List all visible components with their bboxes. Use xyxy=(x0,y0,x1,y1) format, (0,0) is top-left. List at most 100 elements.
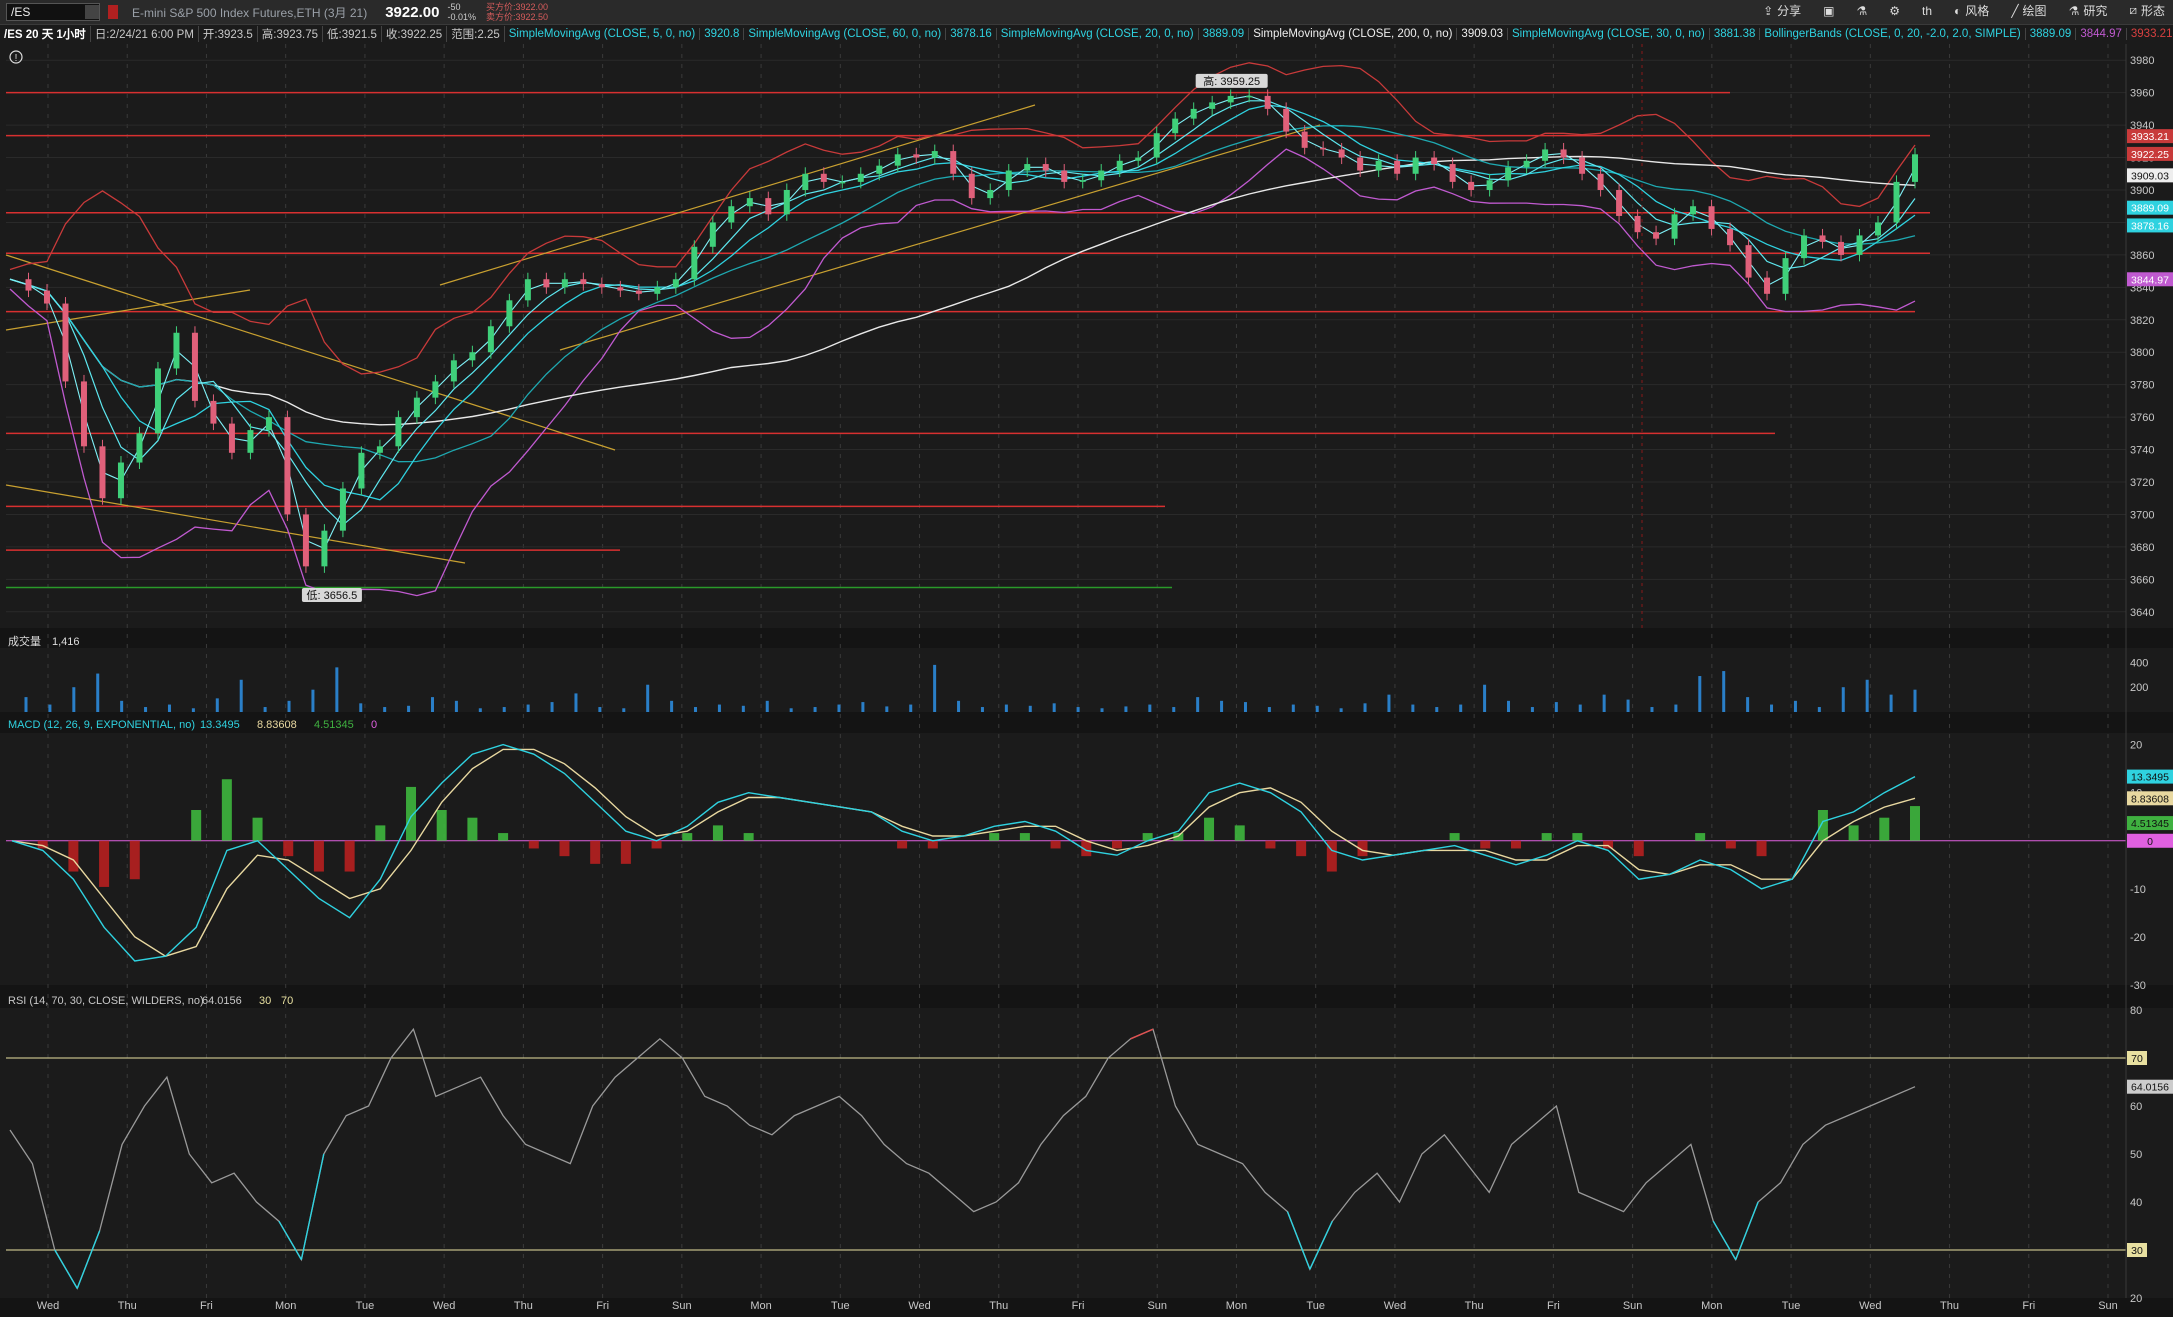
chart-canvas[interactable]: Wed Thu Fri Mon Tue Wed Thu Fri Sun Mon Tue Wed Thu F… xyxy=(0,0,2173,1317)
candle-body xyxy=(210,400,217,424)
volume-bar xyxy=(502,707,506,712)
macd-histogram-bar xyxy=(1541,833,1552,841)
volume-bar xyxy=(167,704,171,712)
volume-bar xyxy=(1339,708,1343,712)
volume-title: 成交量 xyxy=(8,634,41,648)
macd-histogram-bar xyxy=(1603,840,1614,849)
volume-bar xyxy=(1124,706,1128,712)
candle-body xyxy=(1838,241,1845,255)
rsi-title: RSI (14, 70, 30, CLOSE, WILDERS, no) xyxy=(8,995,204,1007)
rsi-overbought-segment xyxy=(1130,1028,1154,1040)
volume-bar xyxy=(1578,704,1582,712)
candle-body xyxy=(765,198,772,215)
macd-histogram-bar xyxy=(682,833,693,841)
candle-body xyxy=(1579,157,1586,174)
macd-axis-tick: -10 xyxy=(2130,884,2146,896)
volume-bar xyxy=(1243,702,1247,712)
macd-title: MACD (12, 26, 9, EXPONENTIAL, no) xyxy=(8,719,195,731)
macd-histogram-bar xyxy=(1234,825,1245,841)
candle-body xyxy=(1098,170,1105,181)
candle-body xyxy=(43,290,50,304)
price-axis-marker-label: 3889.09 xyxy=(2131,203,2169,215)
candle-body xyxy=(635,290,642,294)
volume-bar xyxy=(957,700,961,712)
trend-line xyxy=(439,104,1036,286)
time-axis-label: Wed xyxy=(1859,1300,1881,1312)
candle-body xyxy=(1653,232,1660,239)
price-axis-tick: 3900 xyxy=(2130,185,2154,197)
rsi-axis-tick: 40 xyxy=(2130,1197,2142,1209)
time-axis-label: Thu xyxy=(118,1300,137,1312)
macd-histogram-bar xyxy=(1725,840,1736,849)
time-axis-label: Wed xyxy=(908,1300,930,1312)
macd-histogram-bar xyxy=(375,825,386,841)
volume-bar xyxy=(215,698,219,712)
bollinger-lower xyxy=(9,148,1916,597)
candle-body xyxy=(1782,258,1789,294)
candle-body xyxy=(857,173,864,182)
candle-body xyxy=(524,279,531,301)
volume-bar xyxy=(1435,707,1439,712)
time-axis-label: Mon xyxy=(275,1300,296,1312)
candle-body xyxy=(1061,170,1068,182)
high-annotation-label: 高: 3959.25 xyxy=(1203,74,1260,88)
candle-body xyxy=(1542,149,1549,161)
price-axis-tick: 3980 xyxy=(2130,55,2154,67)
time-axis-label: Fri xyxy=(1547,1300,1560,1312)
candle-body xyxy=(1172,118,1179,134)
volume-axis-tick: 400 xyxy=(2130,657,2148,669)
candle-body xyxy=(1764,277,1771,294)
volume-bar xyxy=(574,693,578,712)
volume-bar xyxy=(1267,707,1271,712)
volume-bar xyxy=(1196,697,1200,712)
time-axis-label: Sun xyxy=(1147,1300,1167,1312)
candle-body xyxy=(876,165,883,174)
macd-histogram-bar xyxy=(1204,817,1215,841)
volume-bar xyxy=(694,707,698,712)
time-axis-label: Tue xyxy=(356,1300,375,1312)
candle-body xyxy=(746,198,753,207)
volume-bar xyxy=(1841,687,1845,712)
macd-histogram-bar xyxy=(191,810,202,841)
volume-bar xyxy=(1674,704,1678,712)
time-axis-label: Wed xyxy=(433,1300,455,1312)
macd-histogram-bar xyxy=(1050,840,1061,849)
rsi-value-label: 70 xyxy=(281,995,293,1007)
volume-bar xyxy=(1291,704,1295,712)
macd-histogram-bar xyxy=(344,840,355,872)
time-axis-label: Fri xyxy=(596,1300,609,1312)
volume-bar xyxy=(789,708,793,712)
macd-histogram-bar xyxy=(1265,840,1276,849)
trend-line xyxy=(5,289,251,331)
rsi-oversold-segment xyxy=(76,1230,101,1289)
candle-body xyxy=(450,360,457,382)
candle-body xyxy=(1819,235,1826,242)
bollinger-upper xyxy=(9,62,1916,375)
macd-histogram-bar xyxy=(989,833,1000,841)
volume-bar xyxy=(1770,704,1774,712)
macd-histogram-bar xyxy=(1695,833,1706,841)
volume-bar xyxy=(1746,697,1750,712)
candle-body xyxy=(321,530,328,567)
candle-body xyxy=(1505,167,1512,181)
candle-body xyxy=(931,151,938,158)
rsi-value-label: 64.0156 xyxy=(202,995,242,1007)
rsi-value-label: 30 xyxy=(259,995,271,1007)
macd-histogram-bar xyxy=(436,810,447,841)
candle-body xyxy=(1024,164,1031,171)
volume-bar xyxy=(478,708,482,712)
macd-histogram-bar xyxy=(1817,810,1828,841)
volume-bar xyxy=(1530,707,1534,712)
macd-histogram-bar xyxy=(651,840,662,849)
candle-body xyxy=(469,352,476,361)
candle-body xyxy=(25,279,32,291)
time-axis-label: Mon xyxy=(1226,1300,1247,1312)
rsi-axis-tick: 80 xyxy=(2130,1005,2142,1017)
volume-bar xyxy=(1052,703,1056,712)
candle-body xyxy=(580,279,587,285)
candle-body xyxy=(950,151,957,174)
price-axis-tick: 3660 xyxy=(2130,574,2154,586)
time-axis-label: Fri xyxy=(2022,1300,2035,1312)
rsi-oversold-segment xyxy=(54,1249,78,1289)
macd-histogram-bar xyxy=(1879,817,1890,841)
